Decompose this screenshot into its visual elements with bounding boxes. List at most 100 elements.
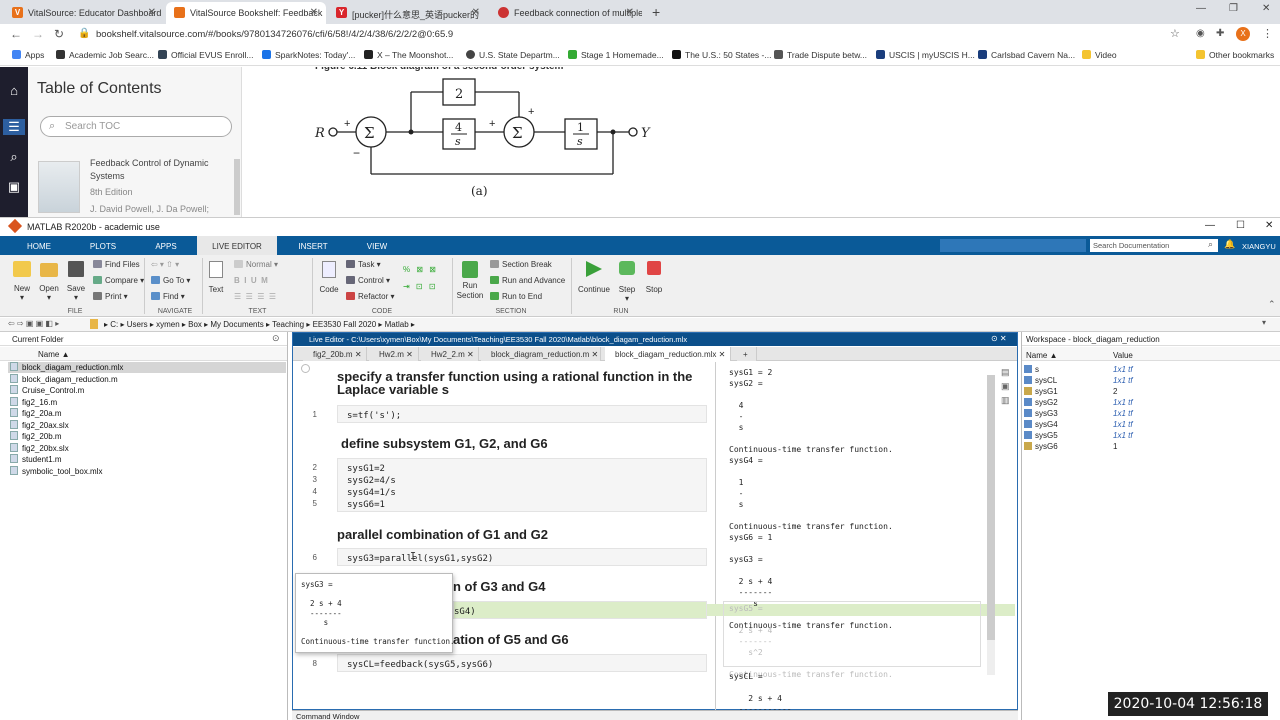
file-item[interactable]: symbolic_tool_box.mlx bbox=[10, 466, 102, 477]
column-header-value[interactable]: Value bbox=[1113, 351, 1133, 360]
bookmark-star-icon[interactable]: ☆ bbox=[1170, 27, 1180, 40]
compare-button[interactable]: Compare ▾ bbox=[93, 276, 144, 285]
workspace-row[interactable]: sysG3 1x1 tf bbox=[1022, 409, 1280, 420]
section-heading[interactable]: n of G3 and G4 bbox=[453, 579, 545, 594]
workspace-row[interactable]: sysG2 1x1 tf bbox=[1022, 398, 1280, 409]
workspace-row[interactable]: s 1x1 tf bbox=[1022, 365, 1280, 376]
search-icon[interactable]: ⌕ bbox=[6, 149, 22, 165]
format-buttons[interactable]: B I U M bbox=[234, 276, 268, 285]
book-cover[interactable] bbox=[38, 161, 80, 213]
task-button[interactable]: Task ▾ bbox=[346, 260, 381, 269]
maximize-icon[interactable]: ☐ bbox=[1236, 220, 1245, 231]
run-section-button[interactable]: Run Section bbox=[455, 261, 485, 301]
section-heading[interactable]: define subsystem G1, G2, and G6 bbox=[341, 436, 548, 451]
code-format-icons[interactable]: % ⊠ ⊠ bbox=[403, 265, 438, 274]
book-icon[interactable]: ▣ bbox=[6, 179, 22, 195]
editor-tab[interactable]: Hw2.m ✕ bbox=[369, 347, 419, 361]
run-to-end-button[interactable]: Run to End bbox=[490, 292, 542, 301]
bookmark[interactable]: USCIS | myUSCIS H... bbox=[876, 50, 975, 60]
go-to-button[interactable]: Go To ▾ bbox=[151, 276, 190, 285]
file-item[interactable]: student1.m bbox=[10, 454, 62, 465]
tab-home[interactable]: HOME bbox=[16, 236, 62, 255]
continue-button[interactable]: Continue bbox=[575, 261, 613, 294]
search-documentation-input[interactable]: Search Documentation bbox=[1090, 239, 1218, 252]
notification-icon[interactable]: 🔔 bbox=[1224, 239, 1235, 250]
bookmark[interactable]: Stage 1 Homemade... bbox=[568, 50, 664, 60]
breadcrumb-item[interactable]: My Documents bbox=[210, 320, 263, 329]
editor-tab-active[interactable]: block_diagam_reduction.mlx ✕ bbox=[605, 347, 731, 361]
command-window-title[interactable]: Command Window bbox=[292, 710, 1018, 720]
chevron-down-icon[interactable]: ▾ bbox=[1262, 318, 1266, 327]
print-button[interactable]: Print ▾ bbox=[93, 292, 128, 301]
quick-access-toolbar[interactable] bbox=[940, 239, 1086, 252]
code-line-highlighted[interactable]: sG4) bbox=[453, 601, 707, 619]
open-button[interactable]: Open ▾ bbox=[37, 261, 61, 302]
bookmark-folder[interactable]: Other bookmarks bbox=[1196, 50, 1274, 60]
close-window-icon[interactable]: ✕ bbox=[1262, 3, 1270, 14]
tab-view[interactable]: VIEW bbox=[354, 236, 400, 255]
code-block[interactable]: sysG1=2 sysG2=4/s sysG4=1/s sysG6=1 bbox=[337, 458, 707, 512]
find-button[interactable]: Find ▾ bbox=[151, 292, 185, 301]
close-icon[interactable]: ✕ bbox=[148, 7, 156, 18]
panel-menu-icon[interactable]: ⊙ ✕ bbox=[991, 334, 1007, 343]
breadcrumb-item[interactable]: C: bbox=[110, 320, 118, 329]
scrollbar-thumb[interactable] bbox=[987, 375, 995, 640]
reload-icon[interactable]: ↻ bbox=[54, 27, 64, 41]
text-style-dropdown[interactable]: Normal ▾ bbox=[234, 260, 278, 269]
navigate-arrows[interactable]: ⇦ ▾ ⇧ ▾ bbox=[151, 260, 179, 269]
file-item[interactable]: fig2_20bx.slx bbox=[10, 443, 69, 454]
section-heading[interactable]: ation of G5 and G6 bbox=[453, 632, 569, 647]
collapse-ribbon-icon[interactable]: ⌃ bbox=[1268, 299, 1276, 310]
code-indent-icons[interactable]: ⇥ ⊡ ⊡ bbox=[403, 282, 438, 291]
step-button[interactable]: Step ▾ bbox=[614, 261, 640, 303]
file-item[interactable]: fig2_20b.m bbox=[10, 431, 62, 442]
minimize-icon[interactable]: — bbox=[1205, 220, 1215, 231]
list-align-buttons[interactable]: ☰ ☰ ☰ ☰ bbox=[234, 292, 276, 301]
refactor-button[interactable]: Refactor ▾ bbox=[346, 292, 394, 301]
section-break-button[interactable]: Section Break bbox=[490, 260, 552, 269]
path-nav-icons[interactable]: ⇦ ⇨ ▣ ▣ ◧ ▸ bbox=[8, 319, 59, 328]
panel-menu-icon[interactable]: ⊙ bbox=[272, 333, 280, 344]
puzzle-icon[interactable]: ✚ bbox=[1216, 28, 1224, 39]
section-heading[interactable]: specify a transfer function using a rati… bbox=[337, 370, 697, 396]
workspace-row[interactable]: sysCL 1x1 tf bbox=[1022, 376, 1280, 387]
browser-tab-2[interactable]: VitalSource Bookshelf: Feedback ✕ bbox=[166, 2, 326, 24]
workspace-row[interactable]: sysG6 1 bbox=[1022, 442, 1280, 453]
editor-tab[interactable]: Hw2_2.m ✕ bbox=[421, 347, 479, 361]
extension-icon[interactable]: ◉ bbox=[1196, 28, 1205, 39]
code-line[interactable]: s=tf('s'); bbox=[337, 405, 707, 423]
url-field[interactable]: bookshelf.vitalsource.com/#/books/978013… bbox=[96, 29, 453, 40]
file-item[interactable]: fig2_20ax.slx bbox=[10, 420, 69, 431]
column-header-name[interactable]: Name ▲ bbox=[1026, 351, 1057, 360]
file-item[interactable]: Cruise_Control.m bbox=[10, 385, 84, 396]
bookmark[interactable]: Video bbox=[1082, 50, 1117, 60]
text-button[interactable]: Text bbox=[205, 261, 227, 294]
workspace-row[interactable]: sysG4 1x1 tf bbox=[1022, 420, 1280, 431]
save-button[interactable]: Save ▾ bbox=[64, 261, 88, 302]
bookmark[interactable]: SparkNotes: Today'... bbox=[262, 50, 355, 60]
breadcrumb-item[interactable]: Matlab bbox=[385, 320, 409, 329]
close-icon[interactable]: ✕ bbox=[310, 7, 318, 18]
bookmark[interactable]: U.S. State Departm... bbox=[466, 50, 560, 60]
book-title[interactable]: Feedback Control of Dynamic Systems bbox=[90, 157, 230, 183]
toc-search-input[interactable]: ⌕ Search TOC bbox=[40, 116, 232, 137]
bookmark[interactable]: Carlsbad Cavern Na... bbox=[978, 50, 1075, 60]
run-indicator-icon[interactable] bbox=[301, 364, 310, 373]
tab-plots[interactable]: PLOTS bbox=[80, 236, 126, 255]
avatar[interactable]: X bbox=[1236, 27, 1250, 41]
output-view-icons[interactable]: ▤ ▣ ▥ bbox=[1001, 365, 1010, 407]
workspace-row[interactable]: sysG5 1x1 tf bbox=[1022, 431, 1280, 442]
browser-tab-3[interactable]: Y [pucker]什么意思_英语pucker的 ✕ bbox=[328, 2, 488, 24]
scrollbar[interactable] bbox=[234, 159, 240, 215]
breadcrumb-item[interactable]: Box bbox=[188, 320, 202, 329]
forward-icon[interactable]: → bbox=[32, 27, 44, 41]
code-line[interactable]: sysCL=feedback(sysG5,sysG6) bbox=[337, 654, 707, 672]
bookmark-apps[interactable]: Apps bbox=[12, 50, 44, 60]
file-item-selected[interactable]: block_diagam_reduction.mlx bbox=[8, 362, 286, 373]
editor-tab[interactable]: fig2_20b.m ✕ bbox=[303, 347, 367, 361]
tab-live-editor[interactable]: LIVE EDITOR bbox=[197, 236, 277, 255]
add-tab-icon[interactable]: + bbox=[737, 347, 757, 361]
editor-tab[interactable]: block_diagram_reduction.m ✕ bbox=[481, 347, 601, 361]
close-icon[interactable]: ✕ bbox=[472, 7, 480, 18]
breadcrumb-item[interactable]: Users bbox=[127, 320, 148, 329]
